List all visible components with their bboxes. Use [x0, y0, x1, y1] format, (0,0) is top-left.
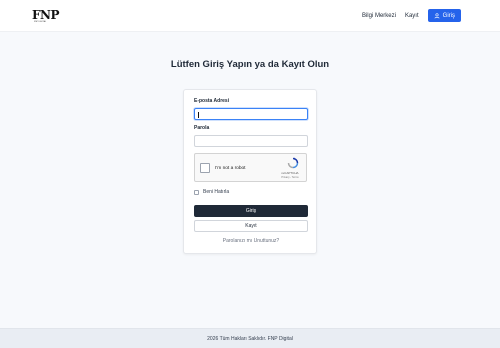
nav-login-label: Giriş	[442, 12, 455, 19]
recaptcha-widget: I'm not a robot reCAPTCHA Privacy - Term…	[194, 153, 307, 182]
email-label: E-posta Adresi	[194, 98, 230, 104]
brand-logo[interactable]: FNP	[32, 8, 60, 22]
page-title: Lütfen Giriş Yapın ya da Kayıt Olun	[170, 59, 330, 70]
register-button[interactable]: Kayıt	[194, 220, 308, 232]
password-label: Parola	[194, 125, 210, 131]
captcha-checkbox[interactable]	[200, 163, 210, 173]
footer-copyright: 2026 Tüm Hakları Saklıdır. FNP Digital	[207, 336, 293, 342]
footer: 2026 Tüm Hakları Saklıdır. FNP Digital	[0, 328, 500, 348]
email-field[interactable]	[194, 108, 308, 120]
top-navbar: FNP FNP DIGITAL Bilgi Merkezi Kayıt Giri…	[0, 0, 500, 32]
remember-checkbox[interactable]	[194, 189, 199, 195]
login-card: E-posta Adresi Parola I'm not a robot re…	[183, 89, 317, 254]
remember-me[interactable]: Beni Hatırla	[194, 189, 229, 195]
header-nav: Bilgi Merkezi Kayıt Giriş	[362, 9, 461, 22]
captcha-links[interactable]: Privacy - Terms	[277, 176, 303, 179]
recaptcha-logo-icon	[287, 157, 299, 169]
brand-tagline: FNP DIGITAL	[34, 21, 47, 23]
password-field[interactable]	[194, 135, 308, 147]
remember-label: Beni Hatırla	[203, 189, 230, 195]
forgot-password-link[interactable]: Parolanızı mı Unuttunuz?	[184, 238, 318, 244]
captcha-label: I'm not a robot	[215, 166, 246, 171]
nav-info-center-link[interactable]: Bilgi Merkezi	[362, 13, 396, 19]
nav-register-link[interactable]: Kayıt	[405, 13, 419, 19]
login-button[interactable]: Giriş	[194, 205, 308, 217]
nav-login-button[interactable]: Giriş	[427, 9, 461, 22]
text-caret	[198, 112, 199, 118]
captcha-brand: reCAPTCHA	[281, 171, 299, 175]
user-icon	[434, 12, 440, 18]
